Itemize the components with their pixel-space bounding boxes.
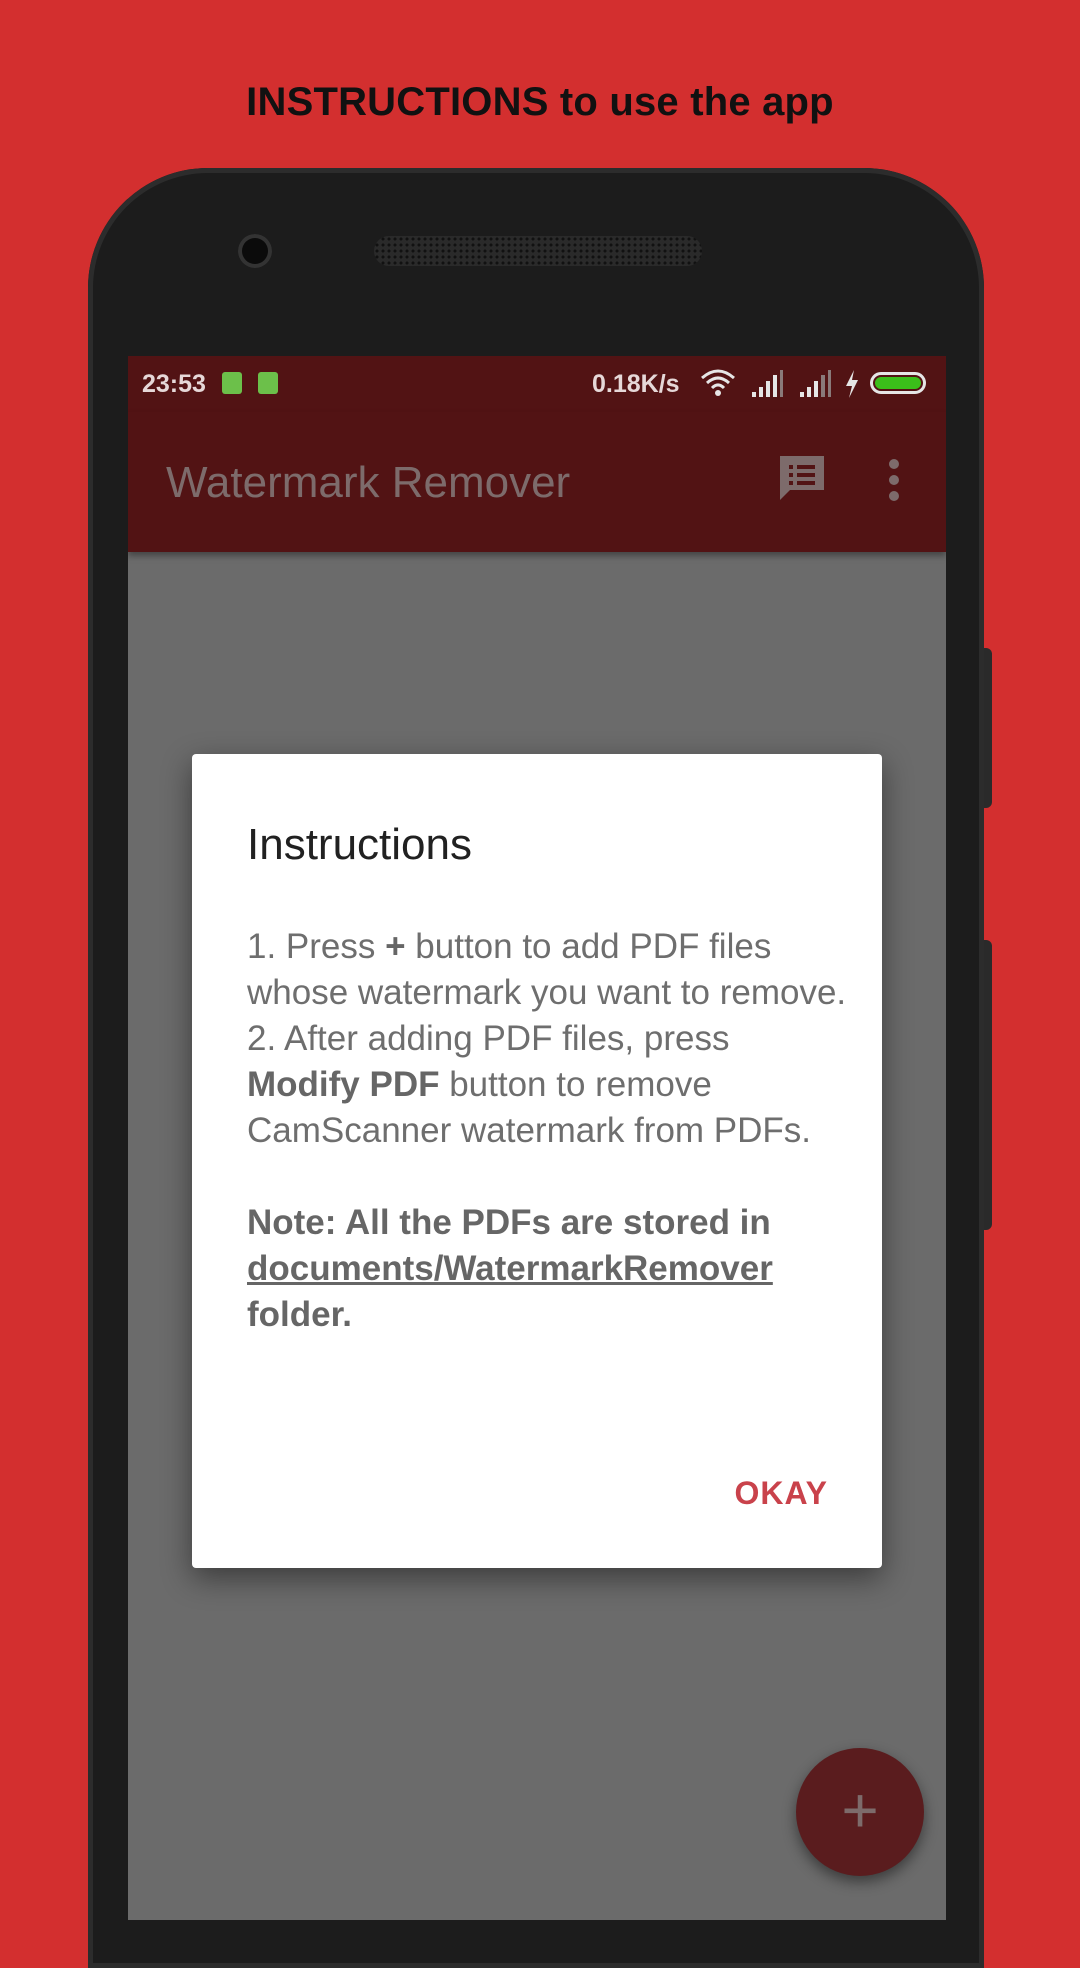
okay-button[interactable]: OKAY: [734, 1475, 828, 1512]
add-pdf-fab[interactable]: +: [796, 1748, 924, 1876]
android-notification-icon: [258, 372, 278, 394]
instruction-step-1: 1. Press + button to add PDF files whose…: [247, 927, 847, 1012]
status-time: 23:53: [142, 370, 206, 398]
earpiece-speaker: [374, 236, 702, 266]
feedback-icon[interactable]: [776, 452, 828, 504]
app-toolbar: Watermark Remover: [128, 412, 946, 552]
folder-path: documents/WatermarkRemover: [247, 1249, 773, 1288]
charging-bolt-icon: [846, 370, 858, 398]
phone-screen: 23:53 0.18K/s Watermark Remover Instruct…: [128, 356, 946, 1920]
dialog-title: Instructions: [247, 820, 472, 869]
wifi-icon: [701, 369, 735, 396]
app-title: Watermark Remover: [166, 458, 571, 507]
status-bar: 23:53 0.18K/s: [128, 356, 946, 412]
signal-icon: [800, 370, 831, 397]
front-camera: [238, 234, 272, 268]
storage-note: Note: All the PDFs are stored in documen…: [247, 1203, 773, 1334]
instructions-dialog: Instructions 1. Press + button to add PD…: [192, 754, 882, 1568]
signal-icon: [752, 370, 783, 397]
network-speed: 0.18K/s: [592, 370, 680, 398]
more-vert-icon[interactable]: [884, 456, 904, 504]
dialog-message: 1. Press + button to add PDF files whose…: [247, 924, 847, 1338]
instruction-step-2: 2. After adding PDF files, press Modify …: [247, 1019, 812, 1150]
promo-banner-title: INSTRUCTIONS to use the app: [246, 80, 834, 124]
battery-icon: [870, 372, 926, 394]
android-notification-icon: [222, 372, 242, 394]
